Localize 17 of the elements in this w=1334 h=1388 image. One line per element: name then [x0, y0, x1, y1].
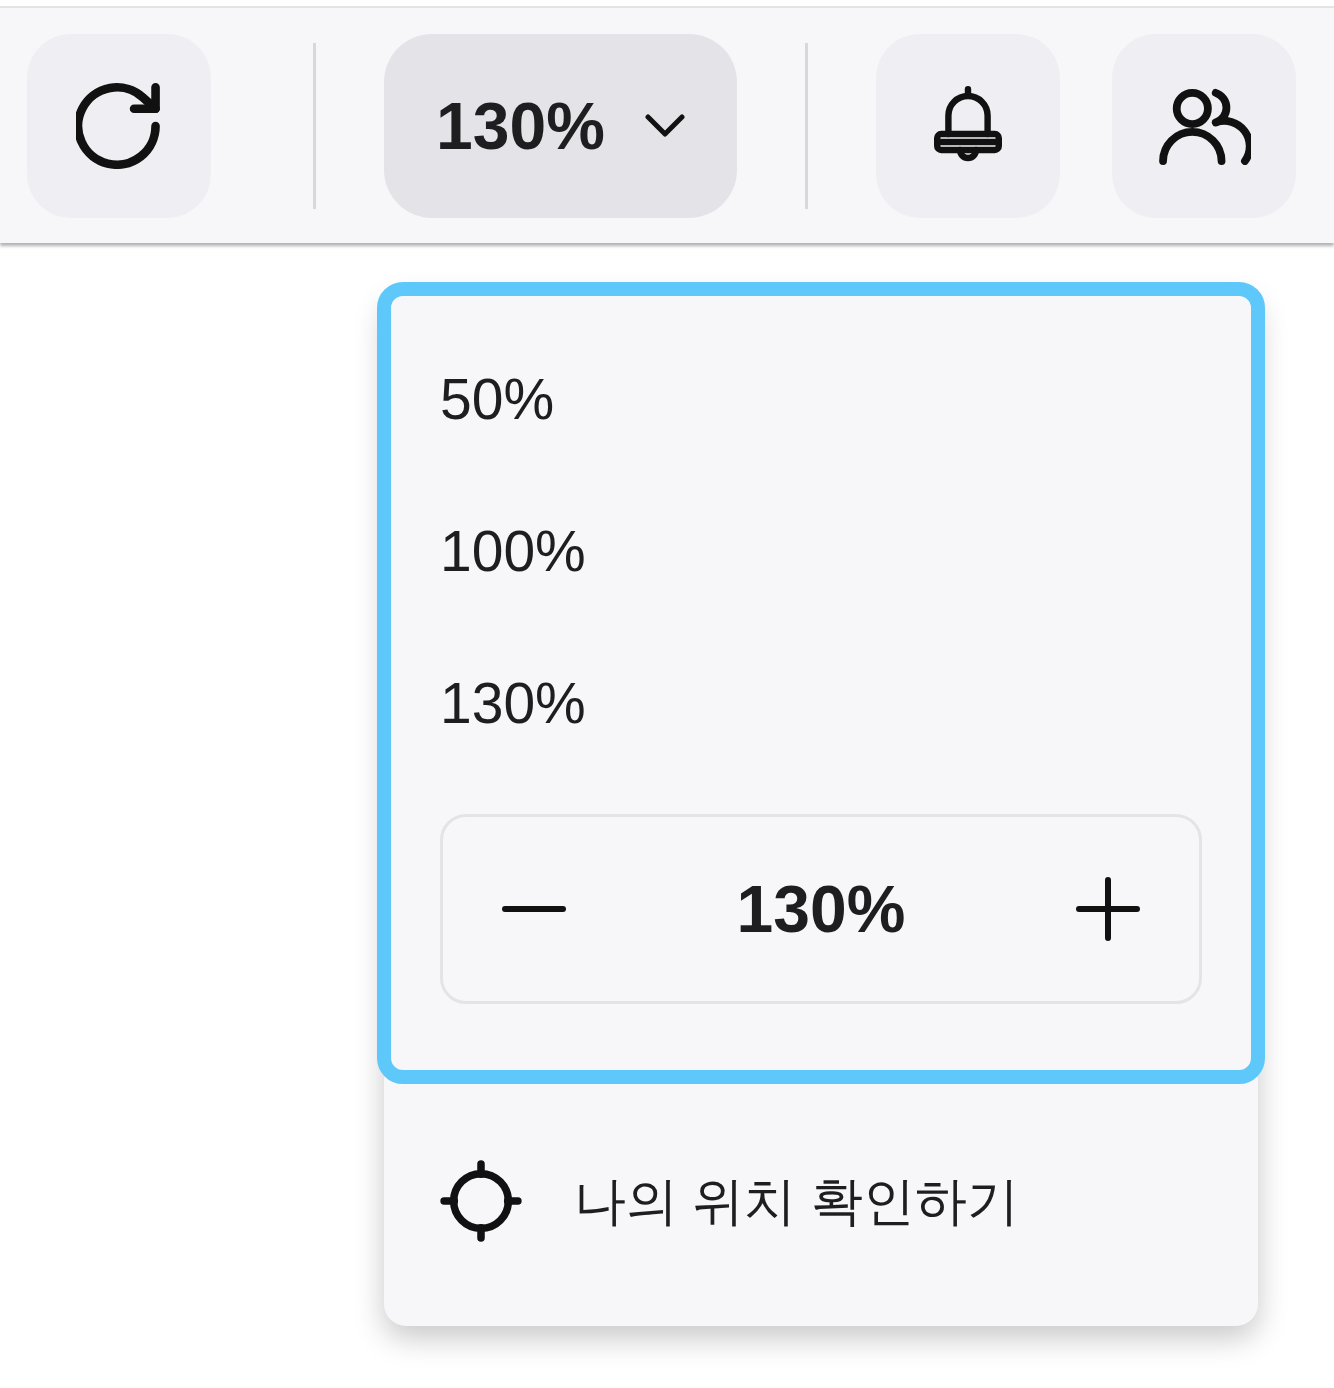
crosshair-icon: [440, 1160, 522, 1242]
zoom-option[interactable]: 50%: [440, 370, 555, 428]
my-location-button[interactable]: 나의 위치 확인하기: [440, 1160, 1019, 1242]
notifications-button[interactable]: [876, 33, 1060, 218]
zoom-select[interactable]: 130%: [384, 33, 737, 218]
refresh-button[interactable]: [27, 33, 211, 218]
chevron-down-icon: [644, 113, 685, 138]
zoom-option[interactable]: 130%: [440, 674, 586, 732]
zoom-value: 130%: [736, 876, 906, 942]
people-button[interactable]: [1112, 33, 1296, 218]
plus-icon: [1075, 876, 1141, 942]
people-icon: [1157, 86, 1251, 165]
zoom-in-button[interactable]: [1075, 876, 1141, 942]
zoom-out-button[interactable]: [501, 905, 567, 913]
minus-icon: [501, 905, 567, 913]
refresh-icon: [76, 82, 162, 169]
zoom-option[interactable]: 100%: [440, 522, 586, 580]
